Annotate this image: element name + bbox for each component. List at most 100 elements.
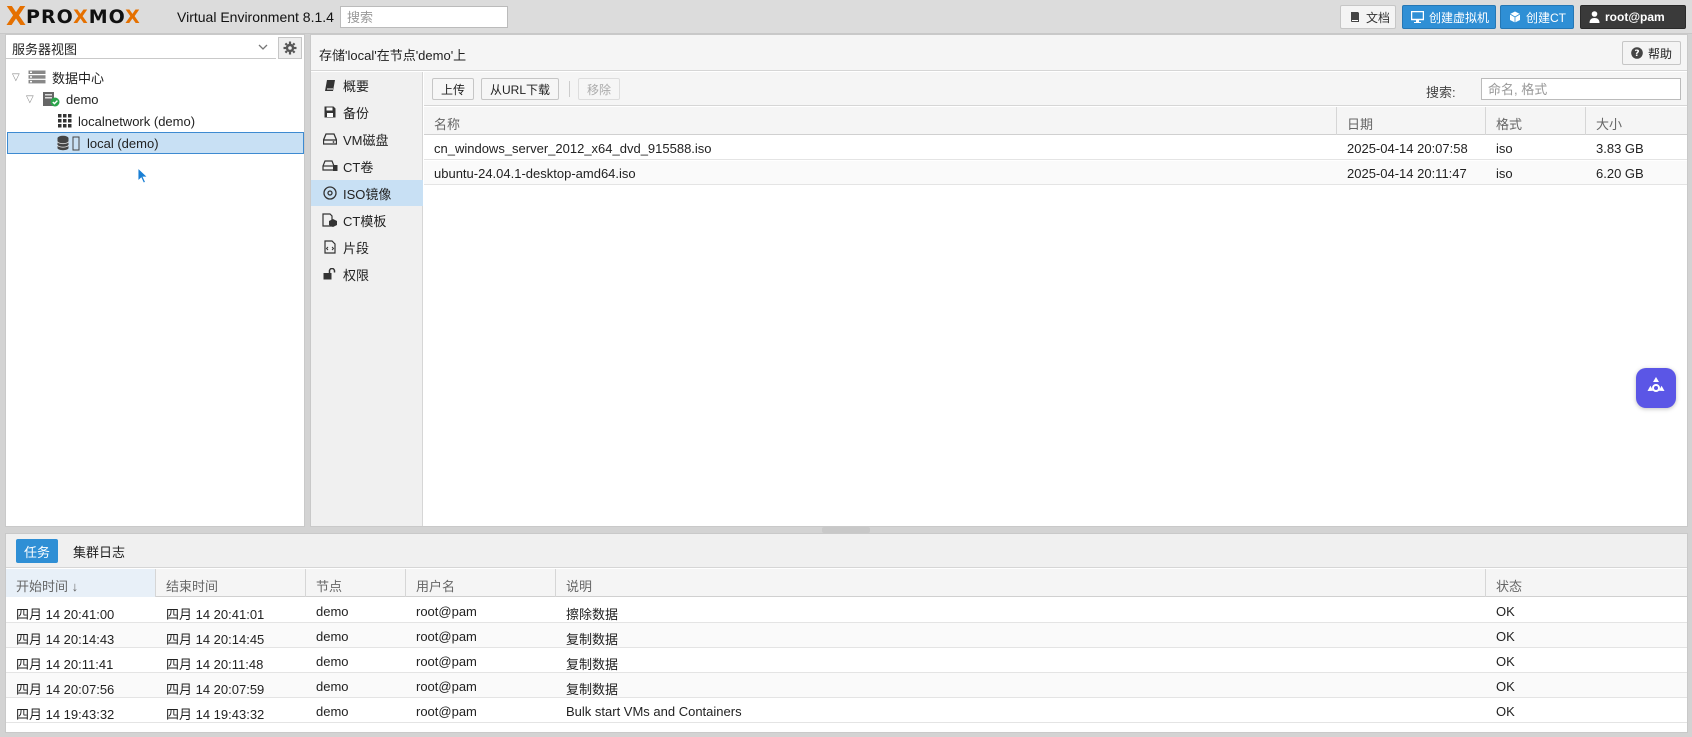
- storage-nav: 概要 备份 VM磁盘 CT卷 ISO镜像 CT模板 片段 权限: [311, 72, 423, 526]
- disk-volume-icon: [321, 160, 339, 172]
- monitor-icon: [1411, 11, 1424, 23]
- cell-start-time: 四月 14 20:07:56: [16, 682, 115, 697]
- task-row[interactable]: 四月 14 20:14:43 四月 14 20:14:45 demo root@…: [6, 623, 1687, 648]
- cell-date: 2025-04-14 20:07:58: [1347, 141, 1468, 156]
- nav-item-iso-images[interactable]: ISO镜像: [311, 180, 423, 206]
- column-header-name[interactable]: 名称: [424, 107, 1337, 135]
- content-panel: 存储'local'在节点'demo'上 ? 帮助 概要 备份 VM磁盘 CT卷 …: [310, 34, 1688, 527]
- view-selector[interactable]: 服务器视图: [6, 35, 276, 59]
- book-icon: [321, 79, 339, 92]
- cell-description: 复制数据: [566, 657, 619, 672]
- cell-start-time: 四月 14 20:14:43: [16, 632, 115, 647]
- view-selector-value: 服务器视图: [12, 42, 78, 57]
- cell-name: ubuntu-24.04.1-desktop-amd64.iso: [434, 166, 636, 181]
- collapse-toggle-icon[interactable]: ▽: [12, 72, 24, 83]
- server-stack-icon: [28, 70, 46, 84]
- cell-status: OK: [1496, 629, 1515, 644]
- tab-cluster-log[interactable]: 集群日志: [65, 539, 133, 563]
- column-header-date[interactable]: 日期: [1337, 107, 1486, 135]
- column-header-format[interactable]: 格式: [1486, 107, 1586, 135]
- docs-label: 文档: [1366, 10, 1391, 25]
- create-ct-button[interactable]: 创建CT: [1500, 5, 1574, 29]
- task-row[interactable]: 四月 14 19:43:32 四月 14 19:43:32 demo root@…: [6, 698, 1687, 723]
- iso-table-header: 名称 日期 格式 大小: [424, 107, 1687, 135]
- cell-status: OK: [1496, 704, 1515, 719]
- collapse-toggle-icon[interactable]: ▽: [26, 94, 38, 105]
- nav-item-ct-templates[interactable]: CT模板: [311, 207, 423, 233]
- node-ok-icon: [42, 91, 60, 107]
- create-vm-label: 创建虚拟机: [1429, 10, 1490, 25]
- nav-item-ct-volumes[interactable]: CT卷: [311, 153, 423, 179]
- user-menu-button[interactable]: root@pam: [1580, 5, 1686, 29]
- cell-format: iso: [1496, 166, 1513, 181]
- toolbar-separator: [569, 81, 570, 97]
- nav-item-label: VM磁盘: [343, 132, 389, 148]
- column-header-user[interactable]: 用户名: [406, 569, 556, 597]
- content-toolbar: 上传 从URL下载 移除 搜索:: [424, 72, 1687, 106]
- nav-item-permissions[interactable]: 权限: [311, 261, 423, 287]
- tree-item-label: 数据中心: [52, 70, 105, 86]
- nav-item-summary[interactable]: 概要: [311, 72, 423, 98]
- docs-button[interactable]: 文档: [1340, 5, 1396, 29]
- disc-icon: [321, 186, 339, 200]
- cell-description: 擦除数据: [566, 607, 619, 622]
- column-header-size[interactable]: 大小: [1586, 107, 1687, 135]
- column-header-node[interactable]: 节点: [306, 569, 406, 597]
- table-row[interactable]: cn_windows_server_2012_x64_dvd_915588.is…: [424, 136, 1687, 160]
- logo-wordmark: PROXMOX: [26, 6, 141, 28]
- help-button[interactable]: ? 帮助: [1621, 41, 1681, 65]
- cell-description: 复制数据: [566, 632, 619, 647]
- cell-end-time: 四月 14 19:43:32: [166, 707, 265, 722]
- floppy-disk-icon: [321, 106, 339, 118]
- task-table-header: 开始时间 ↓ 结束时间 节点 用户名 说明 状态: [6, 569, 1687, 597]
- question-circle-icon: ?: [1631, 47, 1643, 59]
- template-icon: [321, 213, 339, 227]
- cell-status: OK: [1496, 654, 1515, 669]
- tree-item-label: localnetwork (demo): [78, 113, 196, 129]
- remove-button[interactable]: 移除: [578, 78, 621, 100]
- tree-item-local-storage[interactable]: local (demo): [7, 132, 304, 154]
- cell-node: demo: [316, 704, 349, 719]
- cell-node: demo: [316, 654, 349, 669]
- column-header-start-time[interactable]: 开始时间 ↓: [6, 569, 156, 597]
- cell-format: iso: [1496, 141, 1513, 156]
- cell-size: 6.20 GB: [1596, 166, 1644, 181]
- nav-item-vm-disks[interactable]: VM磁盘: [311, 126, 423, 152]
- create-vm-button[interactable]: 创建虚拟机: [1402, 5, 1496, 29]
- nav-item-backup[interactable]: 备份: [311, 99, 423, 125]
- create-ct-label: 创建CT: [1526, 10, 1566, 25]
- task-row[interactable]: 四月 14 20:11:41 四月 14 20:11:48 demo root@…: [6, 648, 1687, 673]
- gear-icon[interactable]: [278, 37, 302, 59]
- cell-end-time: 四月 14 20:11:48: [166, 657, 264, 672]
- cell-user: root@pam: [416, 704, 477, 719]
- cell-node: demo: [316, 629, 349, 644]
- tab-tasks[interactable]: 任务: [16, 539, 59, 563]
- table-row[interactable]: ubuntu-24.04.1-desktop-amd64.iso 2025-04…: [424, 161, 1687, 185]
- cell-name: cn_windows_server_2012_x64_dvd_915588.is…: [434, 141, 712, 156]
- task-row[interactable]: 四月 14 20:07:56 四月 14 20:07:59 demo root@…: [6, 673, 1687, 698]
- tree-item-node-demo[interactable]: ▽ demo: [26, 88, 99, 110]
- column-header-status[interactable]: 状态: [1486, 569, 1687, 597]
- nav-item-label: 备份: [343, 105, 370, 121]
- iso-images-content: 上传 从URL下载 移除 搜索: 名称 日期 格式 大小 cn_windows_…: [424, 72, 1687, 526]
- upload-button[interactable]: 上传: [432, 78, 475, 100]
- global-search-input[interactable]: [340, 6, 508, 28]
- svg-text:?: ?: [1634, 49, 1639, 59]
- column-header-description[interactable]: 说明: [556, 569, 1486, 597]
- cell-description: 复制数据: [566, 682, 619, 697]
- column-header-end-time[interactable]: 结束时间: [156, 569, 306, 597]
- proxmox-logo[interactable]: X PROXMOX: [6, 4, 141, 30]
- nav-item-snippets[interactable]: 片段: [311, 234, 423, 260]
- hard-drive-icon: [321, 133, 339, 145]
- task-log-panel: 任务 集群日志 开始时间 ↓ 结束时间 节点 用户名 说明 状态 四月 14 2…: [5, 533, 1688, 733]
- code-file-icon: [321, 240, 339, 254]
- cube-icon: [1509, 11, 1521, 23]
- floating-assistant-button[interactable]: [1636, 368, 1676, 408]
- iso-search-input[interactable]: [1481, 78, 1681, 100]
- tree-item-localnetwork[interactable]: localnetwork (demo): [58, 110, 195, 132]
- nav-item-label: CT模板: [343, 213, 387, 229]
- resource-tree-panel: 服务器视图 ▽ 数据中心 ▽ demo localnetwork (demo): [5, 34, 305, 527]
- task-row[interactable]: 四月 14 20:41:00 四月 14 20:41:01 demo root@…: [6, 598, 1687, 623]
- tree-item-datacenter[interactable]: ▽ 数据中心: [12, 66, 104, 88]
- download-from-url-button[interactable]: 从URL下载: [481, 78, 560, 100]
